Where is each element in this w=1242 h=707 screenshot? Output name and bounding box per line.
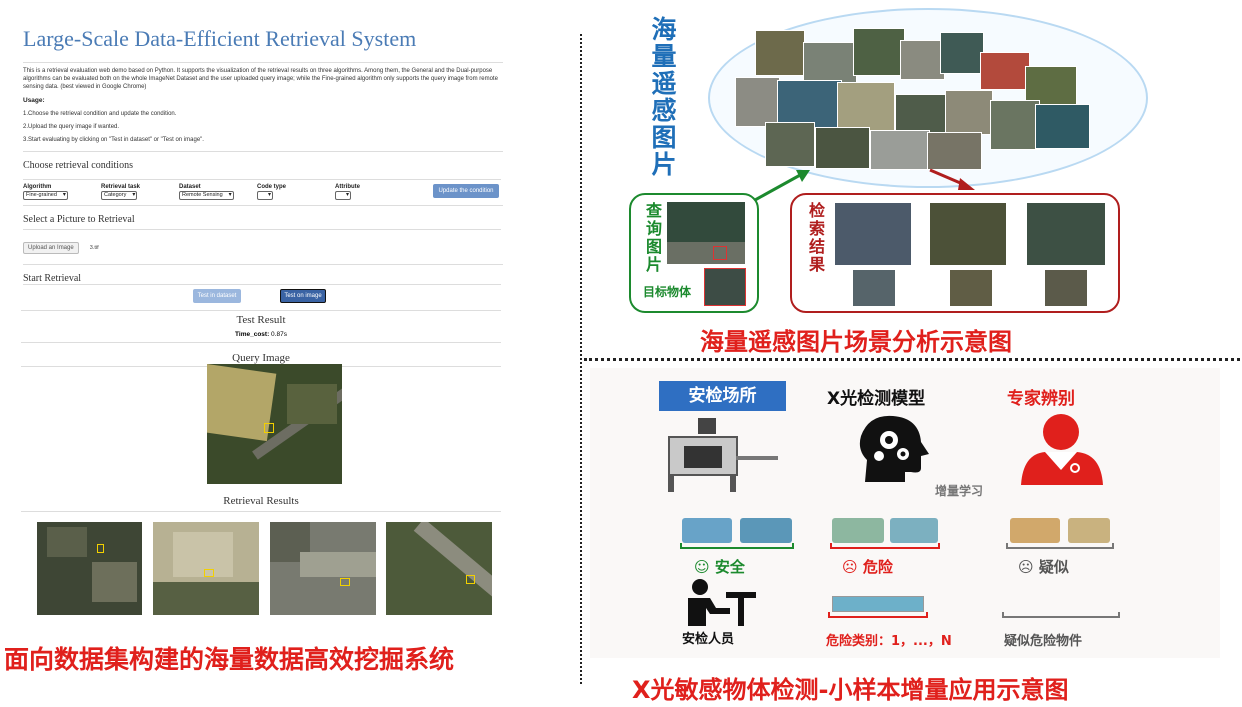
algorithm-field: Algorithm Fine-grained	[23, 184, 68, 200]
retrieval-demo-screenshot: Large-Scale Data-Efficient Retrieval Sys…	[16, 26, 506, 626]
cloud-label: 海量遥感图片	[648, 16, 677, 178]
attribute-select[interactable]	[335, 191, 351, 200]
xray-machine-icon	[668, 418, 778, 493]
time-cost-label: Time_cost:	[235, 331, 270, 338]
expert-label: 专家辨别	[1007, 389, 1075, 409]
safe-bracket	[680, 543, 794, 549]
retrieval-results-title: Retrieval Results	[223, 495, 299, 507]
upload-image-button[interactable]: Upload an Image	[23, 242, 79, 254]
app-description: This is a retrieval evaluation web demo …	[23, 62, 503, 91]
algorithm-select[interactable]: Fine-grained	[23, 191, 68, 200]
remote-sensing-collage	[735, 22, 1115, 172]
safe-label: ☺ 安全	[694, 558, 745, 576]
horizontal-divider	[584, 358, 1240, 361]
inspector-icon	[688, 579, 756, 626]
upload-row: Upload an Image 3.tif	[23, 229, 501, 254]
query-image	[207, 364, 342, 484]
code-type-field: Code type	[257, 184, 286, 202]
vertical-divider	[580, 34, 582, 684]
query-image-title: Query Image	[232, 352, 290, 364]
suspect-bracket	[1006, 543, 1114, 549]
head-gears-icon	[859, 415, 929, 482]
test-on-image-button[interactable]: Test on image	[280, 289, 326, 303]
security-site-label: 安检场所	[659, 381, 786, 411]
result-crop-2	[950, 270, 992, 306]
task-label: Retrieval task	[101, 184, 141, 190]
results-label: 检索结果	[806, 202, 825, 274]
choose-conditions-title: Choose retrieval conditions	[23, 151, 503, 171]
task-field: Retrieval task Category	[101, 184, 140, 200]
expert-icon	[1021, 414, 1103, 485]
xray-bag-safe-2	[740, 518, 792, 543]
suspect-items-label: 疑似危险物件	[1004, 634, 1083, 649]
usage-step-2: 2.Upload the query image if wanted.	[23, 124, 120, 130]
query-sat-image	[667, 202, 745, 264]
query-label: 查询图片	[643, 202, 662, 274]
xray-bag-suspect-2	[1068, 518, 1110, 543]
result-image-1	[37, 522, 142, 615]
danger-classes-label: 危险类别：1，...，N	[826, 634, 952, 649]
xray-bag-danger-2	[890, 518, 938, 543]
result-sat-1	[835, 203, 911, 265]
dataset-field: Dataset Remote Sensing	[179, 184, 234, 200]
divider	[21, 310, 501, 311]
result-image-2	[153, 522, 259, 615]
time-cost: Time_cost: 0.87s	[16, 331, 506, 338]
time-cost-value: 0.87s	[271, 331, 287, 338]
usage-title: Usage:	[23, 97, 45, 104]
result-crop-3	[1045, 270, 1087, 306]
target-label: 目标物体	[643, 285, 692, 299]
dataset-select[interactable]: Remote Sensing	[179, 191, 234, 200]
conditions-row: Algorithm Fine-grained Retrieval task Ca…	[23, 179, 501, 203]
test-buttons-row: Test in dataset Test on image	[23, 284, 501, 306]
suspect-text: 疑似	[1038, 558, 1069, 576]
bottom-right-caption: X光敏感物体检测-小样本增量应用示意图	[632, 676, 1069, 704]
dataset-label: Dataset	[179, 184, 201, 190]
test-in-dataset-button[interactable]: Test in dataset	[193, 289, 241, 303]
file-name: 3.tif	[89, 245, 99, 251]
top-right-caption: 海量遥感图片场景分析示意图	[700, 328, 1012, 356]
left-caption: 面向数据集构建的海量数据高效挖掘系统	[4, 645, 455, 674]
algorithm-label: Algorithm	[23, 184, 52, 190]
task-select[interactable]: Category	[101, 191, 138, 200]
result-image-3	[270, 522, 376, 615]
suspect-items-bracket	[1002, 612, 1120, 618]
suspect-label: ☹ 疑似	[1018, 558, 1069, 576]
start-retrieval-title: Start Retrieval	[23, 264, 503, 284]
result-crop-1	[853, 270, 895, 306]
attribute-field: Attribute	[335, 184, 360, 202]
danger-text: 危险	[862, 558, 893, 576]
usage-step-3: 3.Start evaluating by clicking on "Test …	[23, 137, 204, 143]
danger-bracket	[830, 543, 940, 549]
result-image-4	[386, 522, 492, 615]
xray-model-label: X光检测模型	[827, 389, 926, 409]
danger-label: ☹ 危险	[842, 558, 893, 576]
incremental-learning-label: 增量学习	[935, 484, 984, 498]
xray-bag-safe-1	[682, 518, 732, 543]
update-condition-button[interactable]: Update the condition	[433, 184, 499, 198]
inspector-label: 安检人员	[682, 632, 735, 647]
code-type-label: Code type	[257, 184, 287, 190]
safe-text: 安全	[714, 558, 745, 576]
usage-step-1: 1.Choose the retrieval condition and upd…	[23, 111, 177, 117]
divider	[21, 342, 501, 343]
danger-class-strip	[832, 596, 924, 612]
xray-bag-suspect-1	[1010, 518, 1060, 543]
app-title: Large-Scale Data-Efficient Retrieval Sys…	[23, 26, 417, 51]
xray-bag-danger-1	[832, 518, 884, 543]
divider	[21, 511, 501, 512]
result-sat-3	[1027, 203, 1105, 265]
danger-class-bracket	[828, 612, 928, 618]
attribute-label: Attribute	[335, 184, 360, 190]
select-picture-title: Select a Picture to Retrieval	[23, 205, 503, 225]
target-object-image	[704, 268, 746, 306]
test-result-title: Test Result	[236, 314, 286, 326]
code-type-select[interactable]	[257, 191, 273, 200]
result-sat-2	[930, 203, 1006, 265]
